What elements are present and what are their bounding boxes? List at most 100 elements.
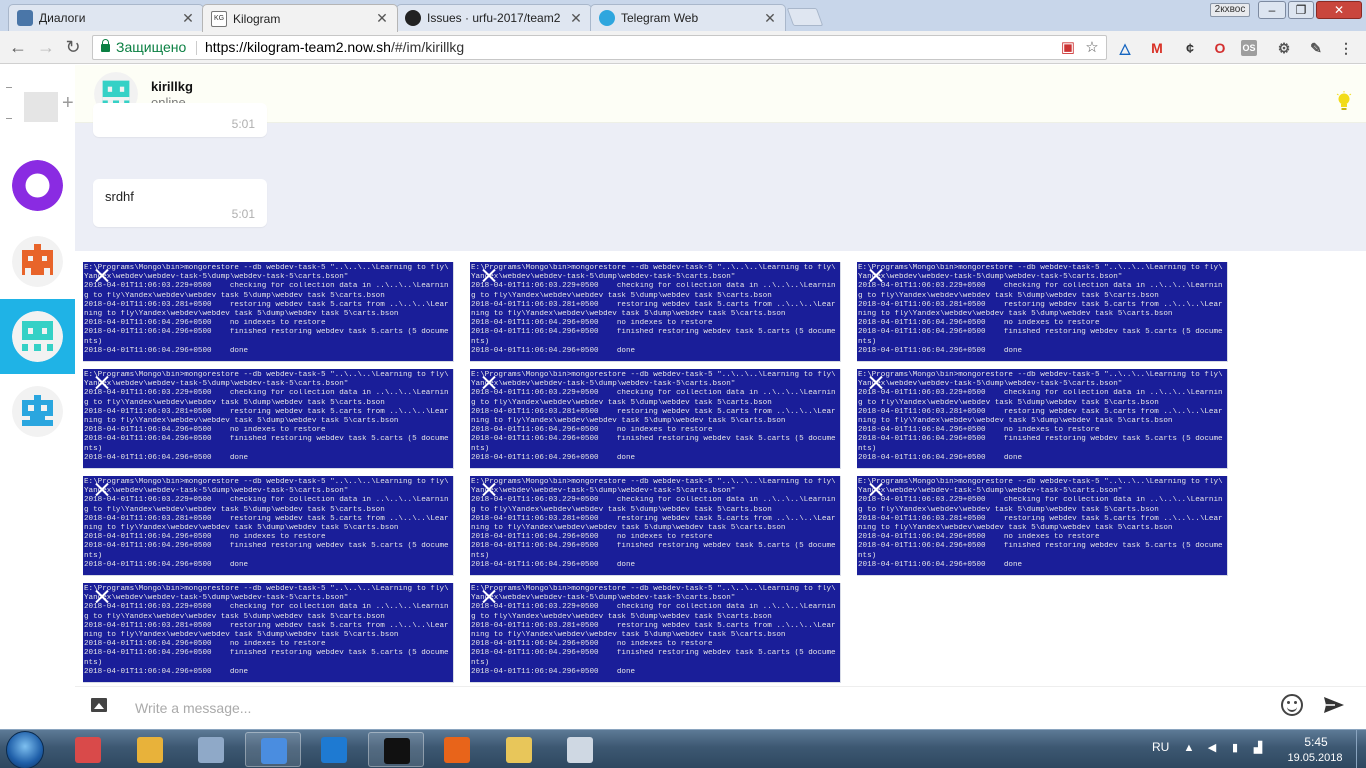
- console-line: 2018-04-01T11:06:03.229+0500 checking fo…: [84, 603, 449, 612]
- remove-attachment-icon[interactable]: [95, 482, 109, 496]
- firefox-icon: [444, 737, 470, 763]
- bookmark-star-icon[interactable]: ☆: [1083, 39, 1101, 57]
- image-attachment[interactable]: E:\Programs\Mongo\bin>mongorestore --db …: [857, 262, 1228, 362]
- kilogram-icon: KG: [211, 10, 227, 27]
- sidebar-item-dialog-4[interactable]: [0, 374, 75, 449]
- gmail-extension-icon[interactable]: M: [1147, 38, 1167, 58]
- remove-attachment-icon[interactable]: [95, 589, 109, 603]
- emoji-icon[interactable]: [1281, 694, 1303, 716]
- windows-taskbar: RU ▲ ◀ ▮ ▟ 5:45 19.05.2018: [0, 729, 1366, 768]
- add-dialog-icon[interactable]: +: [62, 93, 74, 113]
- console-line: Yandex\webdev\webdev-task-5\dump\webdev-…: [471, 273, 736, 282]
- image-attachment[interactable]: E:\Programs\Mongo\bin>mongorestore --db …: [470, 369, 841, 469]
- remove-attachment-icon[interactable]: [869, 268, 883, 282]
- message-input[interactable]: [135, 693, 1255, 723]
- taskbar-app-button[interactable]: [306, 732, 362, 767]
- remove-attachment-icon[interactable]: [482, 589, 496, 603]
- close-tab-icon[interactable]: ✕: [375, 10, 389, 27]
- volume-icon[interactable]: ◀: [1205, 741, 1219, 755]
- close-tab-icon[interactable]: ✕: [181, 10, 195, 27]
- message-list[interactable]: 5:01 srdhf 5:01: [75, 103, 1366, 251]
- image-attachment[interactable]: E:\Programs\Mongo\bin>mongorestore --db …: [83, 369, 454, 469]
- tab-kilogram[interactable]: KG Kilogram ✕: [202, 4, 398, 32]
- close-window-button[interactable]: ✕: [1316, 1, 1362, 19]
- console-line: 2018-04-01T11:06:04.296+0500 no indexes …: [471, 640, 713, 649]
- console-line: E:\Programs\Mongo\bin>mongorestore --db …: [471, 585, 836, 593]
- clock-date[interactable]: 19.05.2018: [1284, 752, 1346, 764]
- close-tab-icon[interactable]: ✕: [569, 10, 583, 27]
- remove-attachment-icon[interactable]: [95, 375, 109, 389]
- remove-attachment-icon[interactable]: [482, 268, 496, 282]
- sidebar-item-dialog-1[interactable]: [0, 148, 75, 223]
- secure-label: Защищено: [116, 39, 187, 55]
- image-attachment[interactable]: E:\Programs\Mongo\bin>mongorestore --db …: [470, 476, 841, 576]
- opera-extension-icon[interactable]: O: [1210, 38, 1230, 58]
- taskbar-app-button[interactable]: [367, 732, 424, 767]
- remove-attachment-icon[interactable]: [869, 482, 883, 496]
- taskbar-app-button[interactable]: [183, 732, 239, 767]
- menu-kebab-icon[interactable]: ⋮: [1336, 38, 1356, 58]
- sidebar-item-dialog-3[interactable]: [0, 299, 75, 374]
- reload-icon[interactable]: ↻: [63, 37, 83, 57]
- restore-button[interactable]: ❐: [1288, 1, 1314, 19]
- image-attachment[interactable]: E:\Programs\Mongo\bin>mongorestore --db …: [83, 476, 454, 576]
- language-indicator[interactable]: RU: [1152, 740, 1169, 754]
- clock-time[interactable]: 5:45: [1298, 735, 1334, 749]
- power-icon[interactable]: ▮: [1228, 741, 1242, 755]
- profile-button[interactable]: 2кхвос: [1210, 3, 1250, 17]
- taskbar-app-button[interactable]: [552, 732, 608, 767]
- remove-attachment-icon[interactable]: [482, 482, 496, 496]
- tab-github[interactable]: Issues · urfu-2017/team2 ✕: [396, 4, 592, 31]
- sidebar-item-dialog-2[interactable]: [0, 224, 75, 299]
- tray-expand-icon[interactable]: ▲: [1182, 741, 1196, 755]
- image-attachment[interactable]: E:\Programs\Mongo\bin>mongorestore --db …: [470, 262, 841, 362]
- close-tab-icon[interactable]: ✕: [763, 10, 777, 27]
- secure-indicator[interactable]: Защищено: [101, 36, 186, 59]
- taskbar-app-button[interactable]: [244, 732, 301, 767]
- forward-arrow-icon[interactable]: →: [36, 37, 56, 57]
- console-line: 2018-04-01T11:06:04.296+0500 no indexes …: [84, 533, 326, 542]
- eyedropper-icon[interactable]: ✎: [1306, 38, 1326, 58]
- os-extension-icon[interactable]: OS: [1241, 40, 1257, 56]
- attach-image-icon[interactable]: [91, 698, 107, 712]
- taskbar-app-button[interactable]: [491, 732, 547, 767]
- console-line: ning to fly\Yandex\webdev\webdev task 5\…: [84, 524, 399, 533]
- console-line: 2018-04-01T11:06:04.296+0500 no indexes …: [84, 319, 326, 328]
- remove-attachment-icon[interactable]: [95, 268, 109, 282]
- extension-puzzle-icon[interactable]: ⚙: [1274, 38, 1294, 58]
- image-attachment[interactable]: E:\Programs\Mongo\bin>mongorestore --db …: [470, 583, 841, 683]
- minimize-button[interactable]: –: [1258, 1, 1286, 19]
- tab-telegram[interactable]: Telegram Web ✕: [590, 4, 786, 31]
- send-icon[interactable]: [1323, 696, 1345, 714]
- url-origin: https://kilogram-team2.now.sh: [205, 39, 391, 55]
- blocked-popup-icon[interactable]: ▣: [1059, 39, 1077, 57]
- lock-icon: [101, 39, 110, 52]
- console-line: ning to fly\Yandex\webdev\webdev task 5\…: [858, 417, 1173, 426]
- image-attachment[interactable]: E:\Programs\Mongo\bin>mongorestore --db …: [857, 476, 1228, 576]
- tab-dialogs[interactable]: Диалоги ✕: [8, 4, 204, 31]
- address-bar[interactable]: Защищено https://kilogram-team2.now.sh/#…: [92, 35, 1107, 60]
- url-text[interactable]: https://kilogram-team2.now.sh/#/im/kiril…: [205, 36, 464, 59]
- taskbar-app-button[interactable]: [60, 732, 116, 767]
- ext-badge-icon[interactable]: ¢: [1180, 38, 1200, 58]
- image-attachment[interactable]: E:\Programs\Mongo\bin>mongorestore --db …: [857, 369, 1228, 469]
- drive-extension-icon[interactable]: △: [1115, 38, 1135, 58]
- start-button[interactable]: [6, 731, 44, 768]
- message-text: srdhf: [105, 189, 134, 204]
- message-time: 5:01: [231, 207, 255, 221]
- paint-icon: [75, 737, 101, 763]
- taskbar-app-button[interactable]: [122, 732, 178, 767]
- back-arrow-icon[interactable]: ←: [8, 37, 28, 57]
- show-desktop-button[interactable]: [1356, 730, 1366, 768]
- image-attachment[interactable]: E:\Programs\Mongo\bin>mongorestore --db …: [83, 583, 454, 683]
- new-tab-button[interactable]: [786, 8, 824, 26]
- taskbar-app-button[interactable]: [429, 732, 485, 767]
- search-box[interactable]: [24, 92, 58, 122]
- network-icon[interactable]: ▟: [1251, 741, 1265, 755]
- contact-name[interactable]: kirillkg: [151, 79, 193, 94]
- console-line: 2018-04-01T11:06:04.296+0500 done: [471, 560, 636, 569]
- remove-attachment-icon[interactable]: [869, 375, 883, 389]
- lightbulb-icon[interactable]: [1336, 91, 1352, 113]
- image-attachment[interactable]: E:\Programs\Mongo\bin>mongorestore --db …: [83, 262, 454, 362]
- remove-attachment-icon[interactable]: [482, 375, 496, 389]
